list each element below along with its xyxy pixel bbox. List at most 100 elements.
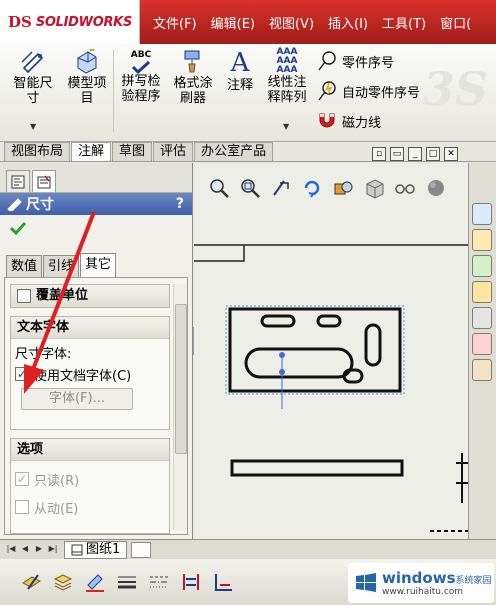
tab-sketch[interactable]: 草图 (112, 142, 153, 161)
watermark-url: www.ruihaitu.com (382, 587, 464, 597)
slot-large (244, 347, 354, 379)
format-painter-button[interactable]: 格式涂 刷器 (168, 48, 218, 106)
sheet-tab-label: 图纸1 (86, 541, 121, 557)
help-icon[interactable]: ? (176, 196, 184, 212)
dimension-point-1 (279, 352, 285, 358)
read-only-label: 只读(R) (34, 473, 80, 489)
ok-row (0, 215, 192, 241)
first-sheet-icon[interactable]: |◀ (4, 542, 18, 557)
custom-properties-icon[interactable] (472, 359, 492, 381)
sheet-tab-1[interactable]: 图纸1 (64, 540, 128, 559)
balloon-button[interactable]: 零件序号 (316, 50, 394, 72)
task-pane (468, 163, 496, 539)
use-document-font-label: 使用文档字体(C) (34, 368, 132, 384)
tab-office-products[interactable]: 办公室产品 (194, 142, 274, 161)
subtab-other[interactable]: 其它 (80, 253, 117, 277)
line-color-icon[interactable] (82, 569, 108, 595)
sheet-tab-bar: |◀ ◀ ▶ ▶| 图纸1 (0, 539, 496, 559)
auto-balloon-label: 自动零件序号 (342, 85, 421, 101)
layer-properties-icon[interactable] (18, 569, 44, 595)
pattern-label-2: 释阵列 (267, 90, 307, 105)
scrollbar-thumb[interactable] (175, 304, 187, 454)
note-icon: A (230, 48, 250, 78)
read-only-row[interactable]: ✓ 只读(R) (11, 467, 169, 491)
subtab-leaders[interactable]: 引线 (43, 255, 80, 277)
model-items-button[interactable]: 模型项 目 (62, 48, 112, 106)
override-units-label: 覆盖单位 (36, 288, 89, 303)
ds-logo-mark: DS (8, 13, 32, 31)
dimension-font-label: 尺寸字体: (15, 347, 72, 362)
driven-label: 从动(E) (34, 501, 79, 517)
next-sheet-icon[interactable]: ▶ (32, 542, 46, 557)
part-front-view (230, 459, 404, 477)
font-button[interactable]: 字体(F)... (21, 388, 133, 410)
driven-checkbox[interactable] (15, 500, 29, 514)
drawing-canvas[interactable] (194, 163, 468, 539)
hide-show-edges-icon[interactable] (178, 569, 204, 595)
ok-checkmark-icon[interactable] (10, 221, 26, 235)
menu-file[interactable]: 文件(F) (146, 13, 204, 32)
options-group: 选项 ✓ 只读(R) 从动(E) (10, 438, 170, 534)
design-library-icon[interactable] (472, 255, 492, 277)
tab-evaluate[interactable]: 评估 (153, 142, 194, 161)
text-font-group: 文本字体 尺寸字体: ✓ 使用文档字体(C) 字体(F)... (10, 316, 170, 430)
bottom-toolbar: windows系统家园 www.ruihaitu.com (0, 559, 496, 605)
home-icon[interactable] (472, 229, 492, 251)
tab-annotation[interactable]: 注解 (71, 142, 112, 161)
solidworks-resources-icon[interactable] (472, 203, 492, 225)
smart-dimension-button[interactable]: 智能尺 寸 (8, 48, 58, 106)
model-items-label-2: 目 (80, 91, 94, 106)
property-manager-tab[interactable] (32, 170, 56, 192)
use-document-font-checkbox[interactable]: ✓ (15, 367, 29, 381)
color-display-mode-icon[interactable] (210, 569, 236, 595)
line-thickness-icon[interactable] (114, 569, 140, 595)
title-block-corner (194, 245, 245, 262)
auto-balloon-button[interactable]: 自动零件序号 (316, 80, 420, 102)
override-units-header[interactable]: 覆盖单位 (11, 285, 169, 307)
property-manager-icon (37, 175, 51, 188)
minimize-icon[interactable]: _ (408, 147, 422, 161)
menu-edit[interactable]: 编辑(E) (204, 13, 262, 32)
override-units-checkbox[interactable] (17, 289, 31, 303)
sheet-icon (71, 544, 83, 555)
menu-window[interactable]: 窗口( (433, 13, 478, 32)
line-style-icon[interactable] (146, 569, 172, 595)
appearances-icon[interactable] (472, 333, 492, 355)
menu-view[interactable]: 视图(V) (262, 13, 321, 32)
view-palette-icon[interactable] (472, 307, 492, 329)
smart-dim-dropdown-icon[interactable]: ▼ (30, 122, 36, 131)
subtab-value[interactable]: 数值 (6, 255, 43, 277)
tile-icon[interactable]: ▭ (390, 147, 404, 161)
feature-manager-tab[interactable] (6, 170, 30, 192)
maximize-icon[interactable]: □ (426, 147, 440, 161)
panel-scrollbar[interactable] (173, 284, 187, 530)
abc-label: ABC (130, 50, 152, 60)
pattern-dropdown-icon[interactable]: ▼ (283, 122, 289, 131)
spell-label-1: 拼写检 (121, 74, 161, 89)
text-font-header[interactable]: 文本字体 (11, 317, 169, 339)
file-explorer-icon[interactable] (472, 281, 492, 303)
last-sheet-icon[interactable]: ▶| (46, 542, 60, 557)
layers-icon[interactable] (50, 569, 76, 595)
document-window-controls: ▫ ▭ _ □ ✕ (372, 147, 458, 161)
magnetic-line-label: 磁力线 (342, 115, 382, 131)
driven-row[interactable]: 从动(E) (11, 495, 169, 519)
note-button[interactable]: A 注释 (222, 48, 258, 93)
menu-insert[interactable]: 插入(I) (321, 13, 375, 32)
linear-note-pattern-button[interactable]: AAA AAA AAA 线性注 释阵列 (262, 48, 312, 106)
use-document-font-row[interactable]: ✓ 使用文档字体(C) (11, 362, 169, 386)
menu-tools[interactable]: 工具(T) (375, 13, 433, 32)
read-only-checkbox[interactable]: ✓ (15, 472, 29, 486)
prev-sheet-icon[interactable]: ◀ (18, 542, 32, 557)
spell-checker-button[interactable]: ABC 拼写检 验程序 (116, 48, 166, 104)
magnetic-line-button[interactable]: 磁力线 (316, 110, 381, 132)
slot-small-1 (260, 314, 296, 328)
add-sheet-icon[interactable] (131, 541, 152, 558)
close-icon[interactable]: ✕ (444, 147, 458, 161)
note-label: 注释 (226, 78, 253, 93)
options-header[interactable]: 选项 (11, 439, 169, 461)
restore-icon[interactable]: ▫ (372, 147, 386, 161)
tab-view-layout[interactable]: 视图布局 (4, 142, 71, 161)
menu-bar: 文件(F) 编辑(E) 视图(V) 插入(I) 工具(T) 窗口( (140, 13, 478, 32)
solidworks-logo[interactable]: DS SOLIDWORKS (0, 0, 140, 44)
